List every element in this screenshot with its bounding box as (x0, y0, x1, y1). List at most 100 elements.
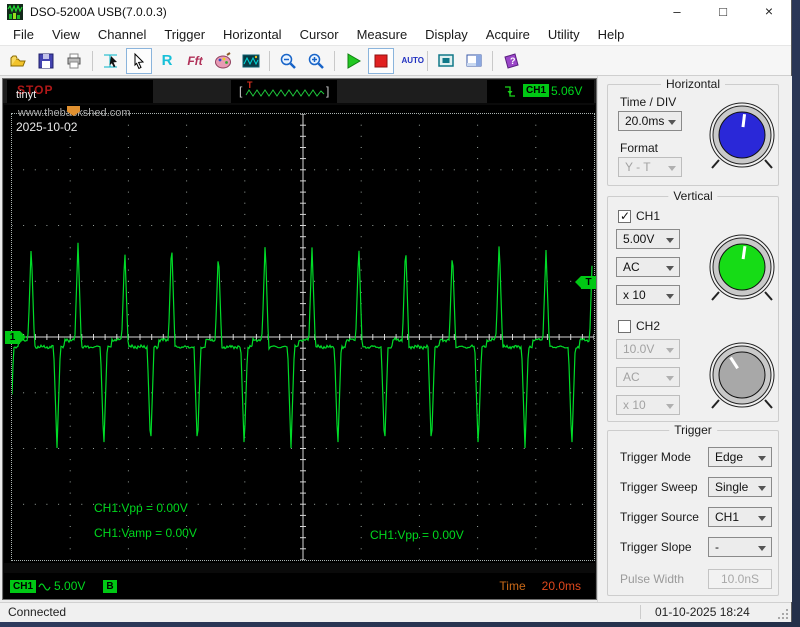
channel1-level-marker[interactable]: 1 (5, 331, 20, 344)
printer-icon (65, 52, 83, 70)
ch2-checkbox[interactable] (618, 320, 631, 333)
save-button[interactable] (33, 48, 59, 74)
scope-status-strip: STOP tinyt T [ ] CH1 5.06V (3, 79, 596, 103)
ch2-coupling-value: AC (623, 370, 640, 384)
format-select[interactable]: Y - T (618, 157, 682, 177)
trigger-channel-badge: CH1 (523, 84, 549, 97)
zoom-in-button[interactable] (303, 48, 329, 74)
trigger-source-select[interactable]: CH1 (708, 507, 772, 527)
panel-layout-button[interactable] (461, 48, 487, 74)
maximize-button[interactable]: □ (700, 0, 746, 24)
autoset-button[interactable]: AUTO (396, 48, 422, 74)
zoom-out-button[interactable] (275, 48, 301, 74)
ch1-badge: CH1 (10, 580, 36, 593)
menu-utility[interactable]: Utility (539, 24, 589, 45)
play-icon (344, 52, 362, 70)
menu-horizontal[interactable]: Horizontal (214, 24, 291, 45)
ch1-volts-value: 5.00V (623, 232, 654, 246)
menu-measure[interactable]: Measure (348, 24, 417, 45)
ch1-vertical-knob[interactable] (706, 233, 778, 305)
chevron-down-icon (758, 546, 766, 551)
ch1-coupling-select[interactable]: AC (616, 257, 680, 277)
fft-button[interactable]: Fft (182, 48, 208, 74)
ch2-probe-value: x 10 (623, 398, 646, 412)
auto-icon: AUTO (402, 57, 417, 65)
trigger-mode-label: Trigger Mode (620, 450, 691, 464)
time-value: 20.0ms (542, 579, 581, 593)
open-folder-icon (9, 52, 27, 70)
horizontal-time-knob[interactable] (706, 101, 778, 173)
resize-grip-icon[interactable] (778, 609, 788, 619)
trigger-slope-select[interactable]: - (708, 537, 772, 557)
help-button[interactable]: ? (498, 48, 524, 74)
trigger-mode-select[interactable]: Edge (708, 447, 772, 467)
graticule-frame (11, 113, 595, 561)
fft-icon: Fft (187, 54, 202, 68)
menu-help[interactable]: Help (589, 24, 634, 45)
ch2-volts-value: 10.0V (623, 342, 654, 356)
zoom-in-icon (307, 52, 325, 70)
watermark-text: tinyt (16, 89, 36, 101)
pointer-icon (130, 52, 148, 70)
trigger-slope-label: Trigger Slope (620, 540, 692, 554)
waveform-screen-icon (242, 52, 260, 70)
menu-acquire[interactable]: Acquire (477, 24, 539, 45)
chevron-down-icon (666, 376, 674, 381)
waveform-display-button[interactable] (238, 48, 264, 74)
ch1-volts-div: 5.00V (54, 579, 85, 593)
datetime-status: 01-10-2025 18:24 (640, 605, 750, 619)
app-window: DSO-5200A USB(7.0.0.3) – □ × File View C… (0, 0, 792, 622)
trigger-mode-value: Edge (715, 450, 743, 464)
minimize-button[interactable]: – (654, 0, 700, 24)
toolbar-separator (427, 51, 428, 71)
menu-file[interactable]: File (4, 24, 43, 45)
menu-channel[interactable]: Channel (89, 24, 155, 45)
ch1-volts-select[interactable]: 5.00V (616, 229, 680, 249)
main-content: STOP tinyt T [ ] CH1 5.06V (0, 76, 791, 602)
svg-text:?: ? (510, 56, 516, 66)
trigger-readout-box: CH1 5.06V (487, 80, 594, 103)
scope-display[interactable]: www.thebackshed.com 2025-10-02 1 T CH1:V… (4, 105, 595, 563)
chevron-down-icon (758, 516, 766, 521)
reference-button[interactable]: R (154, 48, 180, 74)
ch2-coupling-select[interactable]: AC (616, 367, 680, 387)
palette-icon (214, 52, 232, 70)
pointer-button[interactable] (126, 48, 152, 74)
close-button[interactable]: × (746, 0, 792, 24)
menu-bar: File View Channel Trigger Horizontal Cur… (0, 24, 791, 46)
trigger-level-marker[interactable]: T (581, 276, 596, 289)
ch2-probe-select[interactable]: x 10 (616, 395, 680, 415)
ch2-vertical-knob[interactable] (706, 341, 778, 413)
menu-display[interactable]: Display (416, 24, 477, 45)
ch1-probe-select[interactable]: x 10 (616, 285, 680, 305)
trigger-sweep-select[interactable]: Single (708, 477, 772, 497)
trigger-sweep-label: Trigger Sweep (620, 480, 698, 494)
window-title: DSO-5200A USB(7.0.0.3) (30, 5, 167, 19)
time-div-select[interactable]: 20.0ms (618, 111, 682, 131)
menu-view[interactable]: View (43, 24, 89, 45)
acquisition-preview[interactable]: T [ ] (231, 80, 337, 103)
stop-acquisition-button[interactable] (368, 48, 394, 74)
fullscreen-button[interactable] (433, 48, 459, 74)
horizontal-group: Horizontal Time / DIV 20.0ms Format Y - … (607, 84, 779, 186)
menu-cursor[interactable]: Cursor (291, 24, 348, 45)
ch1-probe-value: x 10 (623, 288, 646, 302)
ch2-volts-select[interactable]: 10.0V (616, 339, 680, 359)
pulse-width-input[interactable]: 10.0nS (708, 569, 772, 589)
falling-edge-icon (503, 84, 517, 99)
trigger-sweep-value: Single (715, 480, 748, 494)
ch2-label: CH2 (636, 319, 660, 333)
display-color-button[interactable] (210, 48, 236, 74)
ch1-checkbox[interactable] (618, 210, 631, 223)
measure-cursor-button[interactable] (98, 48, 124, 74)
open-file-button[interactable] (5, 48, 31, 74)
scope-panel: STOP tinyt T [ ] CH1 5.06V (2, 78, 597, 600)
toolbar: R Fft (0, 46, 791, 76)
trigger-group: Trigger Trigger Mode Edge Trigger Sweep … (607, 430, 779, 596)
toolbar-separator (92, 51, 93, 71)
waveform-plot (12, 114, 594, 560)
print-button[interactable] (61, 48, 87, 74)
menu-trigger[interactable]: Trigger (155, 24, 214, 45)
vertical-group: Vertical CH1 5.00V AC x 10 (607, 196, 779, 422)
start-acquisition-button[interactable] (340, 48, 366, 74)
